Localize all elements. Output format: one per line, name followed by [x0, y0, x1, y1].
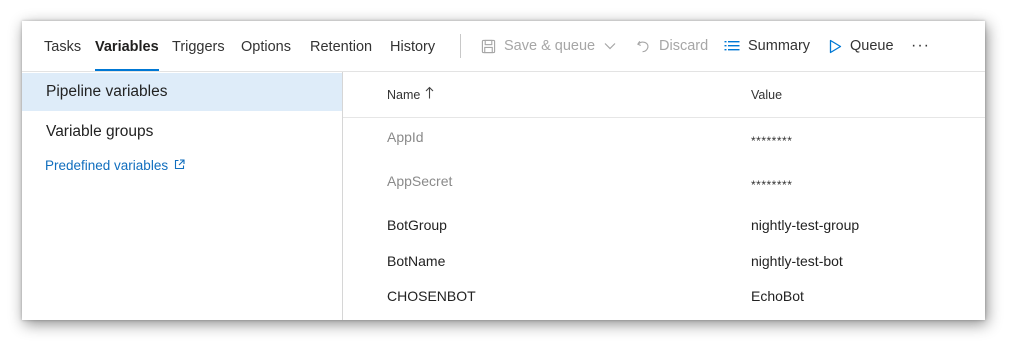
tab-retention[interactable]: Retention — [310, 21, 372, 71]
tab-triggers[interactable]: Triggers — [172, 21, 225, 71]
variables-table: Name Value AppId ******** AppSecret ****… — [343, 72, 985, 320]
summary-label: Summary — [748, 38, 811, 54]
toolbar: Tasks Variables Triggers Options Retenti… — [22, 21, 985, 72]
variable-value: ******** — [751, 178, 793, 192]
variable-value: ******** — [751, 134, 793, 148]
variable-value: nightly-test-group — [751, 217, 860, 233]
external-link-icon — [168, 158, 185, 173]
table-header: Name Value — [343, 72, 985, 118]
sidebar-item-variable-groups[interactable]: Variable groups — [22, 113, 342, 151]
variables-sidebar: Pipeline variables Variable groups Prede… — [22, 72, 343, 320]
variable-name: AppSecret — [387, 173, 453, 189]
discard-button[interactable]: Discard — [636, 21, 708, 71]
tab-history[interactable]: History — [390, 21, 435, 71]
summary-button[interactable]: Summary — [724, 21, 810, 71]
sidebar-item-pipeline-variables[interactable]: Pipeline variables — [22, 73, 342, 111]
sort-ascending-icon — [420, 69, 434, 121]
list-icon — [724, 39, 740, 53]
save-and-queue-label: Save & queue — [504, 38, 596, 54]
predefined-variables-label: Predefined variables — [45, 158, 169, 173]
column-header-name-label: Name — [387, 87, 421, 102]
variable-name: CHOSENBOT — [387, 288, 476, 304]
pipeline-editor-window: Tasks Variables Triggers Options Retenti… — [22, 21, 985, 320]
save-icon — [481, 39, 496, 54]
queue-button[interactable]: Queue — [829, 21, 894, 71]
column-header-value[interactable]: Value — [751, 72, 782, 117]
variable-value: nightly-test-bot — [751, 253, 843, 269]
variable-name: BotGroup — [387, 217, 447, 233]
save-and-queue-button[interactable]: Save & queue — [481, 21, 616, 71]
queue-label: Queue — [850, 38, 894, 54]
play-icon — [829, 39, 842, 54]
column-header-name[interactable]: Name — [387, 72, 434, 117]
column-header-value-label: Value — [751, 87, 783, 102]
tab-tasks[interactable]: Tasks — [44, 21, 81, 71]
variable-name: BotName — [387, 253, 446, 269]
variable-value: EchoBot — [751, 288, 804, 304]
discard-label: Discard — [659, 38, 709, 54]
tab-options[interactable]: Options — [241, 21, 291, 71]
undo-icon — [636, 38, 651, 54]
variable-name: AppId — [387, 129, 424, 145]
tab-variables[interactable]: Variables — [95, 21, 159, 71]
toolbar-divider — [460, 34, 461, 58]
more-icon[interactable]: ··· — [911, 21, 930, 71]
predefined-variables-link[interactable]: Predefined variables — [45, 158, 185, 173]
chevron-down-icon — [604, 42, 616, 50]
